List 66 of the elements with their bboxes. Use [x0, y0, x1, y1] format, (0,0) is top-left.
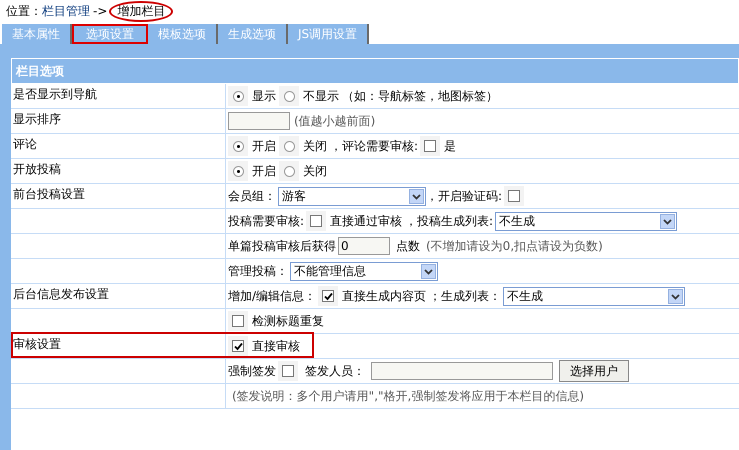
checkbox-label: 是 — [444, 138, 456, 154]
radio-label: 开启 — [252, 162, 276, 180]
radio-option[interactable]: 不显示 — [279, 86, 339, 106]
checkbox[interactable] — [508, 190, 520, 202]
hint-text: (值越小越前面) — [294, 112, 376, 130]
field-label: 会员组： — [228, 188, 276, 204]
radio-option[interactable]: 关闭 — [279, 136, 327, 156]
dropdown[interactable]: 游客 — [278, 186, 426, 206]
radio-label: 关闭 — [303, 138, 327, 154]
field-label: 管理投稿： — [228, 262, 288, 280]
field-label: 投稿需要审核: — [228, 212, 304, 230]
text-field[interactable] — [228, 112, 290, 130]
text-field[interactable] — [371, 362, 553, 380]
checkbox[interactable] — [310, 215, 322, 227]
checkbox[interactable] — [282, 365, 294, 377]
row-label: 评论 — [13, 137, 37, 151]
field-label: 单篇投稿审核后获得 — [228, 238, 336, 254]
checkbox-label: 直接审核 — [252, 338, 300, 354]
checkbox-label: 检测标题重复 — [252, 312, 324, 330]
hint-text: (签发说明：多个用户请用","格开,强制签发将应用于本栏目的信息) — [232, 388, 584, 404]
dropdown[interactable]: 不生成 — [495, 212, 678, 230]
radio-label: 开启 — [252, 138, 276, 154]
field-label: ，投稿生成列表: — [405, 212, 494, 230]
field-label: （如：导航标签，地图标签） — [342, 88, 498, 104]
row-label: 前台投稿设置 — [13, 187, 85, 201]
field-label: ；生成列表： — [429, 288, 502, 304]
row-label: 开放投稿 — [13, 162, 61, 176]
hint-text: (不增加请设为0,扣点请设为负数) — [426, 238, 603, 254]
field-label: ，开启验证码: — [426, 188, 502, 204]
radio-label: 显示 — [252, 88, 276, 104]
row-label: 是否显示到导航 — [13, 87, 97, 101]
radio-option[interactable]: 显示 — [228, 86, 276, 106]
radio-option[interactable]: 开启 — [228, 136, 276, 156]
radio-option[interactable]: 开启 — [228, 161, 276, 181]
field-label: 强制签发 — [228, 362, 276, 380]
field-label: 增加/编辑信息： — [228, 288, 316, 304]
checkbox[interactable] — [322, 290, 334, 302]
radio-button[interactable] — [284, 140, 294, 152]
checkbox[interactable] — [232, 315, 244, 327]
location-label: 位置： — [6, 2, 42, 20]
breadcrumb-separator: -> — [93, 4, 108, 18]
row-label: 后台信息发布设置 — [13, 287, 109, 301]
radio-button[interactable] — [284, 166, 294, 176]
dropdown[interactable]: 不生成 — [503, 286, 686, 306]
radio-label: 关闭 — [303, 162, 327, 180]
radio-option[interactable]: 关闭 — [279, 161, 327, 181]
checkbox-label: 直接通过审核 — [330, 212, 402, 230]
field-label: ，评论需要审核: — [330, 138, 418, 154]
radio-button[interactable] — [232, 140, 244, 152]
checkbox[interactable] — [232, 340, 244, 352]
checkbox[interactable] — [424, 140, 436, 152]
field-label: 点数 — [396, 238, 420, 254]
checkbox-label: 直接生成内容页 — [342, 288, 426, 304]
row-label: 显示排序 — [13, 112, 61, 126]
select-user-button[interactable]: 选择用户 — [559, 360, 629, 382]
radio-button[interactable] — [232, 90, 244, 102]
radio-button[interactable] — [284, 90, 294, 102]
radio-label: 不显示 — [303, 88, 339, 104]
text-field[interactable]: 0 — [338, 237, 390, 255]
section-header: 栏目选项 — [11, 58, 739, 84]
dropdown[interactable]: 不能管理信息 — [290, 262, 438, 280]
current-page-label: 增加栏目 — [109, 0, 174, 22]
field-label: 签发人员： — [305, 362, 365, 380]
row-label: 审核设置 — [13, 337, 61, 351]
breadcrumb-link[interactable]: 栏目管理 — [42, 2, 90, 20]
radio-button[interactable] — [232, 166, 244, 176]
